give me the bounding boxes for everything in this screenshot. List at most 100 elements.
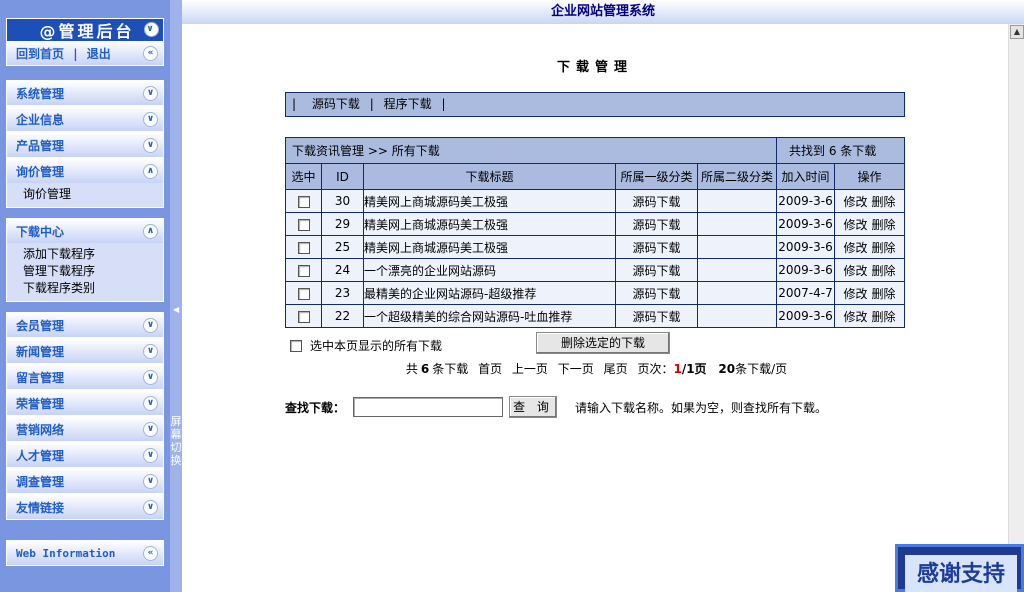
table-row: 30 精美网上商城源码美工极强 源码下载 2009-3-6 修改 删除 [285, 189, 905, 213]
category-separator: | [292, 97, 297, 111]
chevron-down-icon[interactable]: ∨ [143, 137, 158, 153]
sidebar-group-web-info: Web Information « [6, 540, 164, 566]
sidebar-item-members[interactable]: 会员管理 ∨ [7, 313, 163, 337]
sidebar-item-inquiry[interactable]: 询价管理 ∧ [7, 159, 163, 183]
edit-link[interactable]: 修改 [843, 241, 867, 255]
row-title[interactable]: 精美网上商城源码美工极强 [363, 212, 616, 236]
col-cat1: 所属一级分类 [615, 163, 698, 190]
next-page-link[interactable]: 下一页 [558, 362, 594, 376]
row-title[interactable]: 精美网上商城源码美工极强 [363, 235, 616, 259]
sidebar-item-web-info[interactable]: Web Information « [7, 541, 163, 565]
thanks-badge-text: 感谢支持 [905, 555, 1017, 592]
sidebar-item-products[interactable]: 产品管理 ∨ [7, 133, 163, 157]
table-row: 23 最精美的企业网站源码-超级推荐 源码下载 2007-4-7 修改 删除 [285, 281, 905, 305]
category-separator: | [369, 97, 374, 111]
chevron-down-icon[interactable]: ∨ [143, 343, 158, 359]
chevron-down-icon[interactable]: ∨ [143, 85, 158, 101]
delete-link[interactable]: 删除 [872, 264, 896, 278]
back-links: 回到首页 | 退出 « [7, 41, 163, 65]
chevron-down-icon[interactable]: ∨ [143, 317, 158, 333]
delete-link[interactable]: 删除 [872, 218, 896, 232]
chevron-down-icon[interactable]: ∨ [143, 447, 158, 463]
chevron-down-icon[interactable]: ∨ [143, 421, 158, 437]
delete-link[interactable]: 删除 [872, 241, 896, 255]
delete-selected-button[interactable]: 删除选定的下载 [536, 332, 670, 354]
row-actions: 修改 删除 [834, 258, 905, 282]
vertical-scrollbar[interactable]: ▲ [1008, 24, 1024, 592]
logout-link[interactable]: 退出 [87, 47, 111, 61]
row-id: 29 [321, 212, 364, 236]
sidebar-group-survey: 调查管理 ∨ [6, 468, 164, 494]
select-all-checkbox[interactable] [290, 339, 302, 352]
delete-link[interactable]: 删除 [872, 195, 896, 209]
delete-link[interactable]: 删除 [872, 287, 896, 301]
edit-link[interactable]: 修改 [843, 264, 867, 278]
table-row: 25 精美网上商城源码美工极强 源码下载 2009-3-6 修改 删除 [285, 235, 905, 259]
sidebar-item-marketing[interactable]: 营销网络 ∨ [7, 417, 163, 441]
row-checkbox[interactable] [297, 264, 310, 277]
sidebar-subitem-add-download[interactable]: 添加下载程序 [23, 246, 163, 263]
row-checkbox[interactable] [297, 218, 310, 231]
edit-link[interactable]: 修改 [843, 195, 867, 209]
row-cat2 [697, 258, 777, 282]
chevron-down-icon[interactable]: ∨ [143, 111, 158, 127]
home-link[interactable]: 回到首页 [16, 47, 64, 61]
pager: 共 6 条下载 首页 上一页 下一页 尾页 页次：1/1页 20条下载/页 [405, 362, 788, 376]
chevron-left-icon[interactable]: « [143, 545, 158, 561]
sidebar-item-company[interactable]: 企业信息 ∨ [7, 107, 163, 131]
col-date: 加入时间 [776, 163, 835, 190]
sidebar-item-honors[interactable]: 荣誉管理 ∨ [7, 391, 163, 415]
sidebar-item-download-center[interactable]: 下载中心 ∧ [7, 219, 163, 243]
sidebar-item-label: 企业信息 [16, 112, 65, 127]
sidebar-item-links[interactable]: 友情链接 ∨ [7, 495, 163, 519]
sidebar-item-label: 调查管理 [16, 474, 65, 489]
chevron-down-icon[interactable]: ∨ [143, 473, 158, 489]
row-cat1: 源码下载 [615, 235, 698, 259]
screen-switch-label[interactable]: 屏幕切换 [170, 415, 182, 467]
row-checkbox[interactable] [297, 287, 310, 300]
sidebar-item-system[interactable]: 系统管理 ∨ [7, 81, 163, 105]
triangle-left-icon[interactable]: ◀ [173, 305, 179, 314]
row-title[interactable]: 最精美的企业网站源码-超级推荐 [363, 281, 616, 305]
row-title[interactable]: 精美网上商城源码美工极强 [363, 189, 616, 213]
category-link-source[interactable]: 源码下载 [312, 97, 360, 111]
chevron-up-icon[interactable]: ∧ [143, 163, 158, 179]
chevron-down-icon[interactable]: ∨ [143, 395, 158, 411]
category-link-program[interactable]: 程序下载 [384, 97, 432, 111]
row-checkbox[interactable] [297, 195, 310, 208]
sidebar-item-messages[interactable]: 留言管理 ∨ [7, 365, 163, 389]
edit-link[interactable]: 修改 [843, 310, 867, 324]
sidebar-header-panel: @管理后台 ∨ 回到首页 | 退出 « [6, 18, 164, 66]
edit-link[interactable]: 修改 [843, 218, 867, 232]
first-page-link[interactable]: 首页 [478, 362, 502, 376]
sidebar-subitem-inquiry[interactable]: 询价管理 [23, 186, 163, 203]
row-date: 2007-4-7 [776, 281, 835, 305]
search-input[interactable] [353, 397, 504, 417]
category-bar: | 源码下载 | 程序下载 | [285, 92, 905, 117]
chevron-up-icon[interactable]: ∧ [143, 223, 158, 239]
collapse-chevron-icon[interactable]: ∨ [144, 22, 159, 37]
sidebar-item-news[interactable]: 新闻管理 ∨ [7, 339, 163, 363]
row-date: 2009-3-6 [776, 212, 835, 236]
scroll-up-icon[interactable]: ▲ [1010, 25, 1024, 39]
search-button[interactable]: 查 询 [509, 396, 558, 418]
edit-link[interactable]: 修改 [843, 287, 867, 301]
sidebar-subitem-manage-download[interactable]: 管理下载程序 [23, 263, 163, 280]
last-page-link[interactable]: 尾页 [604, 362, 628, 376]
sidebar-item-hr[interactable]: 人才管理 ∨ [7, 443, 163, 467]
prev-page-link[interactable]: 上一页 [512, 362, 548, 376]
col-cat2: 所属二级分类 [697, 163, 777, 190]
chevron-left-icon[interactable]: « [143, 45, 158, 61]
row-checkbox[interactable] [297, 310, 310, 323]
row-checkbox[interactable] [297, 241, 310, 254]
row-actions: 修改 删除 [834, 235, 905, 259]
row-title[interactable]: 一个超级精美的综合网站源码-吐血推荐 [363, 304, 616, 328]
sidebar-item-survey[interactable]: 调查管理 ∨ [7, 469, 163, 493]
sidebar-subitem-download-category[interactable]: 下载程序类别 [23, 280, 163, 297]
screen-switch-splitter[interactable]: ◀ 屏幕切换 [170, 0, 182, 592]
row-date: 2009-3-6 [776, 189, 835, 213]
chevron-down-icon[interactable]: ∨ [143, 369, 158, 385]
delete-link[interactable]: 删除 [872, 310, 896, 324]
chevron-down-icon[interactable]: ∨ [143, 499, 158, 515]
row-title[interactable]: 一个漂亮的企业网站源码 [363, 258, 616, 282]
